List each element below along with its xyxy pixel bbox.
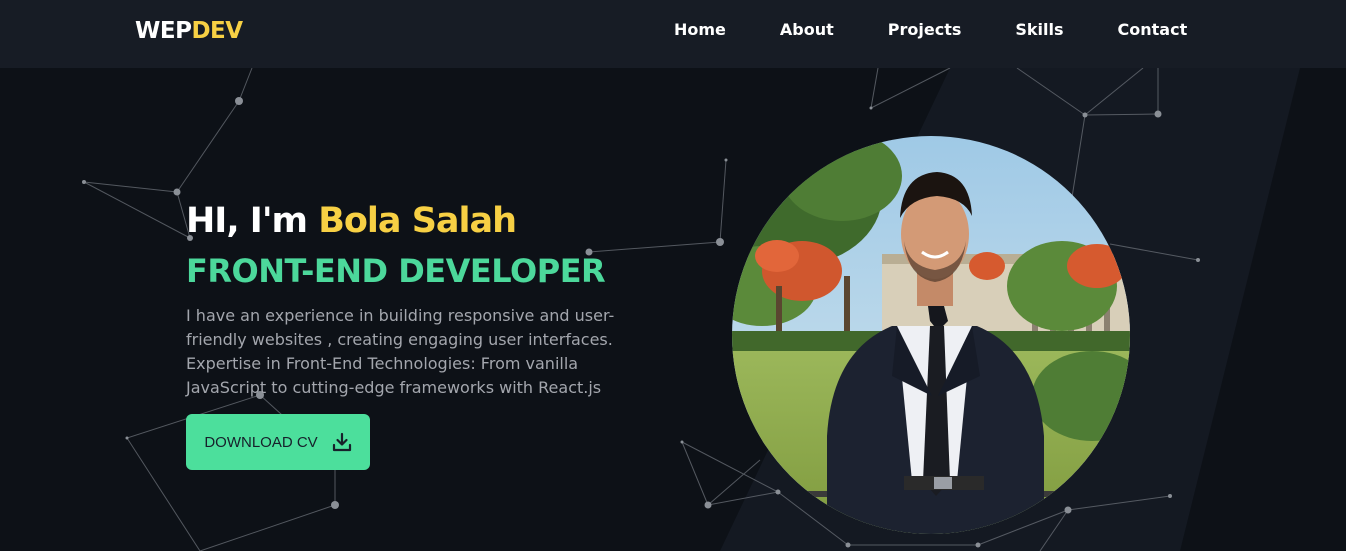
bio-line: friendly websites , creating engaging us… [186,330,613,349]
nav-home[interactable]: Home [674,20,726,40]
download-cv-label: DOWNLOAD CV [204,433,318,451]
hero-greeting: HI, I'm Bola Salah [186,200,626,242]
logo-dev: DEV [191,18,243,44]
main-nav: Home About Projects Skills Contact [674,20,1187,40]
bio-line: Expertise in Front-End Technologies: Fro… [186,354,579,373]
nav-projects[interactable]: Projects [888,20,962,40]
download-icon [332,432,352,452]
hero-bio: I have an experience in building respons… [186,304,626,400]
nav-about[interactable]: About [780,20,834,40]
nav-skills[interactable]: Skills [1015,20,1063,40]
logo-wep: WEP [135,18,192,44]
hero-intro: HI, I'm Bola Salah FRONT-END DEVELOPER I… [186,200,626,470]
bio-line: JavaScript to cutting-edge frameworks wi… [186,378,602,397]
developer-name: Bola Salah [318,201,517,241]
nav-contact[interactable]: Contact [1118,20,1188,40]
profile-photo [732,136,1130,534]
download-cv-button[interactable]: DOWNLOAD CV [186,414,370,470]
navbar: WEPDEV Home About Projects Skills Contac… [0,0,1346,68]
bio-line: I have an experience in building respons… [186,306,615,325]
developer-role: FRONT-END DEVELOPER [186,252,606,290]
greeting-prefix: HI, I'm [186,201,319,241]
logo[interactable]: WEPDEV [135,18,243,44]
